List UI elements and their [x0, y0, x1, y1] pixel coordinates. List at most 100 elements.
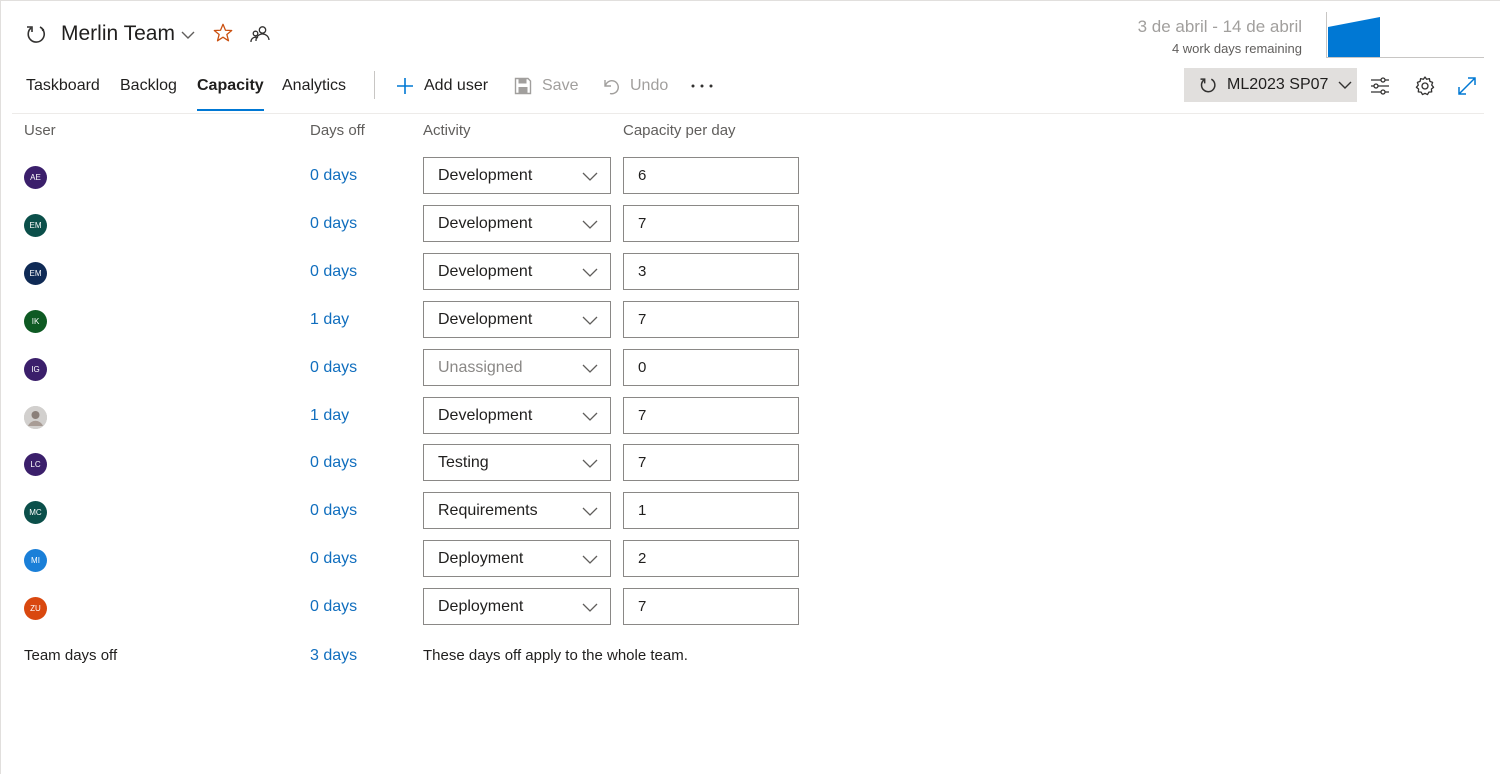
- activity-dropdown[interactable]: Deployment: [423, 540, 611, 577]
- activity-value: Development: [438, 166, 533, 184]
- days-off-link[interactable]: 0 days: [310, 550, 357, 568]
- activity-value: Unassigned: [438, 358, 523, 376]
- days-off-link[interactable]: 0 days: [310, 598, 357, 616]
- avatar[interactable]: EM: [24, 214, 47, 237]
- chevron-down-icon: [582, 507, 598, 516]
- toolbar-divider: [374, 71, 375, 99]
- chevron-down-icon: [582, 220, 598, 229]
- avatar[interactable]: MC: [24, 501, 47, 524]
- table-row: ZU 0 days Deployment: [0, 588, 1500, 636]
- sprint-icon: [27, 26, 46, 43]
- capacity-input[interactable]: [623, 397, 799, 434]
- activity-value: Development: [438, 262, 533, 280]
- chevron-down-icon: [582, 364, 598, 373]
- favorite-star-icon[interactable]: [212, 22, 234, 44]
- avatar[interactable]: AE: [24, 166, 47, 189]
- activity-value: Development: [438, 310, 533, 328]
- activity-dropdown[interactable]: Development: [423, 397, 611, 434]
- avatar[interactable]: [24, 406, 47, 429]
- chevron-down-icon: [1338, 81, 1352, 89]
- user-photo-icon: [24, 406, 47, 429]
- chevron-down-icon: [582, 172, 598, 181]
- capacity-input[interactable]: [623, 253, 799, 290]
- burndown-chart-thumbnail[interactable]: [1326, 12, 1484, 58]
- expand-fullscreen-icon[interactable]: [1456, 75, 1478, 97]
- days-off-link[interactable]: 0 days: [310, 215, 357, 233]
- header-divider: [12, 113, 1484, 114]
- days-off-link[interactable]: 1 day: [310, 311, 349, 329]
- chevron-down-icon: [582, 412, 598, 421]
- capacity-input[interactable]: [623, 588, 799, 625]
- capacity-input[interactable]: [623, 349, 799, 386]
- sprint-selector[interactable]: ML2023 SP07: [1184, 68, 1357, 102]
- activity-value: Deployment: [438, 549, 524, 567]
- save-label: Save: [542, 77, 579, 94]
- save-button[interactable]: Save: [514, 75, 578, 97]
- days-off-link[interactable]: 1 day: [310, 407, 349, 425]
- chevron-down-icon: [582, 459, 598, 468]
- activity-dropdown[interactable]: Development: [423, 301, 611, 338]
- plus-icon: [397, 78, 413, 94]
- undo-button[interactable]: Undo: [602, 75, 668, 97]
- undo-icon: [604, 80, 619, 95]
- gear-icon[interactable]: [1414, 75, 1436, 97]
- days-off-link[interactable]: 0 days: [310, 263, 357, 281]
- activity-dropdown[interactable]: Development: [423, 253, 611, 290]
- sprint-icon: [1200, 78, 1216, 93]
- days-off-link[interactable]: 0 days: [310, 167, 357, 185]
- save-icon: [514, 77, 532, 95]
- tab-analytics[interactable]: Analytics: [282, 77, 346, 111]
- days-off-link[interactable]: 0 days: [310, 359, 357, 377]
- team-days-off-label: Team days off: [24, 647, 118, 664]
- activity-dropdown[interactable]: Development: [423, 205, 611, 242]
- table-row: LC 0 days Testing: [0, 444, 1500, 492]
- column-header-activity: Activity: [423, 122, 471, 139]
- add-user-label: Add user: [424, 77, 489, 94]
- table-row: 1 day Development: [0, 397, 1500, 445]
- activity-dropdown[interactable]: Testing: [423, 444, 611, 481]
- capacity-input[interactable]: [623, 444, 799, 481]
- days-off-link[interactable]: 0 days: [310, 454, 357, 472]
- days-off-link[interactable]: 0 days: [310, 502, 357, 520]
- avatar[interactable]: MI: [24, 549, 47, 572]
- filter-settings-icon[interactable]: [1369, 75, 1391, 97]
- avatar[interactable]: EM: [24, 262, 47, 285]
- capacity-input[interactable]: [623, 301, 799, 338]
- activity-dropdown[interactable]: Deployment: [423, 588, 611, 625]
- work-days-remaining: 4 work days remaining: [1171, 41, 1302, 56]
- team-members-icon[interactable]: [250, 24, 270, 44]
- table-row: AE 0 days Development: [0, 157, 1500, 205]
- team-name[interactable]: Merlin Team: [61, 22, 175, 46]
- table-row: EM 0 days Development: [0, 205, 1500, 253]
- team-days-off-link[interactable]: 3 days: [310, 647, 357, 665]
- chevron-down-icon: [582, 268, 598, 277]
- add-user-button[interactable]: Add user: [396, 75, 488, 97]
- tab-backlog[interactable]: Backlog: [120, 77, 177, 111]
- capacity-input[interactable]: [623, 540, 799, 577]
- avatar[interactable]: IK: [24, 310, 47, 333]
- activity-dropdown[interactable]: Unassigned: [423, 349, 611, 386]
- more-options-icon[interactable]: [690, 75, 714, 97]
- avatar[interactable]: ZU: [24, 597, 47, 620]
- capacity-input[interactable]: [623, 157, 799, 194]
- capacity-input[interactable]: [623, 205, 799, 242]
- team-days-off-note: These days off apply to the whole team.: [423, 647, 688, 664]
- activity-value: Development: [438, 406, 533, 424]
- activity-dropdown[interactable]: Requirements: [423, 492, 611, 529]
- activity-value: Development: [438, 214, 533, 232]
- tab-capacity[interactable]: Capacity: [197, 77, 264, 111]
- chevron-down-icon: [582, 316, 598, 325]
- tab-taskboard[interactable]: Taskboard: [26, 77, 100, 111]
- table-row: MI 0 days Deployment: [0, 540, 1500, 588]
- capacity-input[interactable]: [623, 492, 799, 529]
- activity-dropdown[interactable]: Development: [423, 157, 611, 194]
- avatar[interactable]: IG: [24, 358, 47, 381]
- chevron-down-icon[interactable]: [180, 28, 196, 42]
- chevron-down-icon: [582, 603, 598, 612]
- table-row: MC 0 days Requirements: [0, 492, 1500, 540]
- chevron-down-icon: [582, 555, 598, 564]
- avatar[interactable]: LC: [24, 453, 47, 476]
- column-header-capacity: Capacity per day: [623, 122, 736, 139]
- table-row: EM 0 days Development: [0, 253, 1500, 301]
- column-header-user: User: [24, 122, 56, 139]
